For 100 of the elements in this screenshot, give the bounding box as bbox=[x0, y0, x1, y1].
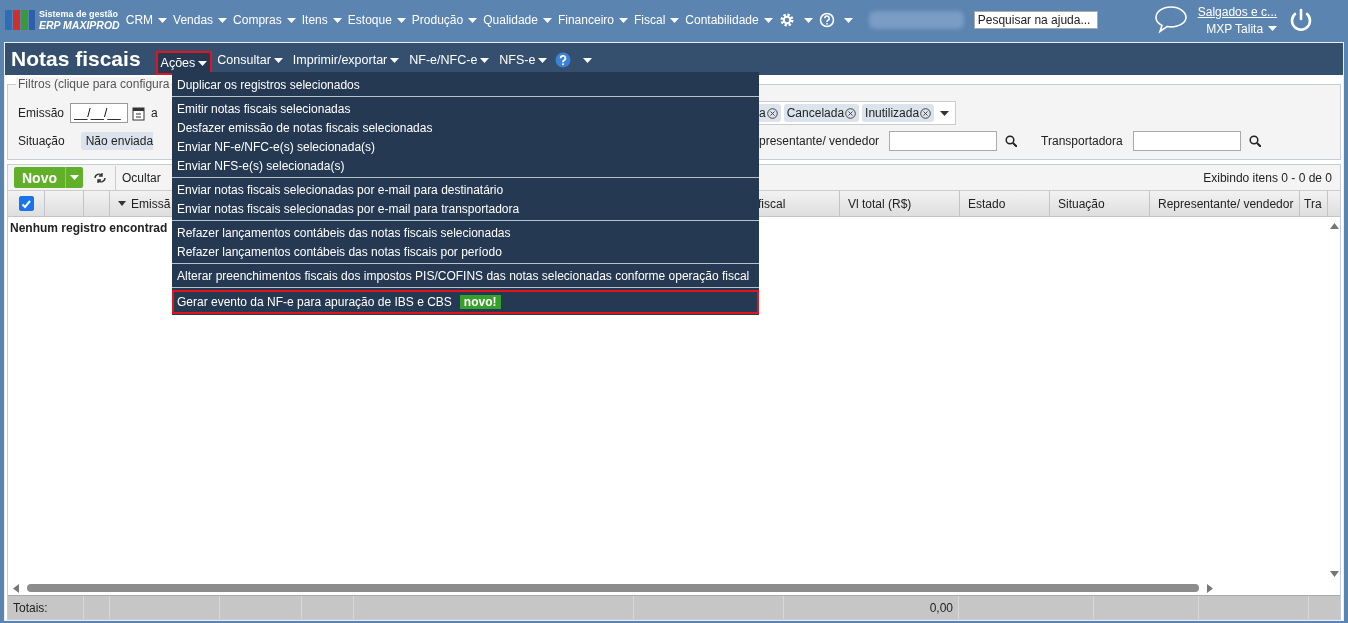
company-link[interactable]: Salgados e c... bbox=[1197, 4, 1278, 19]
menu-item-label: Enviar NF-e/NFC-e(s) selecionada(s) bbox=[177, 139, 376, 154]
column-header[interactable]: Estado bbox=[960, 191, 1050, 216]
nav-menu-item[interactable]: Contabilidade bbox=[685, 13, 773, 27]
menu-button[interactable]: Imprimir/exportar bbox=[287, 49, 405, 71]
pagination-text: Exibindo itens 0 - 0 de 0 bbox=[1203, 170, 1332, 185]
caret-icon bbox=[70, 175, 79, 180]
caret-icon bbox=[158, 17, 168, 23]
caret-icon bbox=[390, 57, 400, 63]
menu-button[interactable]: Consultar bbox=[212, 49, 288, 71]
column-header[interactable]: Tra bbox=[1300, 191, 1328, 216]
help-button[interactable] bbox=[818, 12, 853, 28]
scroll-right-icon[interactable] bbox=[1207, 583, 1213, 593]
remove-icon[interactable] bbox=[766, 107, 778, 119]
calendar-icon[interactable] bbox=[132, 105, 145, 121]
totals-label: Totais: bbox=[13, 600, 48, 615]
nav-menu-item[interactable]: Fiscal bbox=[633, 13, 680, 27]
new-dropdown-button[interactable] bbox=[65, 167, 83, 188]
menu-item[interactable]: Desfazer emissão de notas fiscais selecionadas bbox=[172, 118, 759, 137]
nav-menu-item[interactable]: Produção bbox=[411, 13, 478, 27]
page-title: Notas fiscais bbox=[11, 47, 141, 71]
scroll-up-icon[interactable] bbox=[1329, 223, 1339, 229]
user-menu[interactable]: MXP Talita bbox=[1206, 21, 1278, 36]
menu-item[interactable]: Enviar NFS-e(s) selecionada(s) bbox=[172, 156, 759, 175]
logo-subtitle: Sistema de gestão bbox=[39, 9, 120, 20]
logo-title: ERP MAXIPROD bbox=[39, 20, 120, 31]
help-icon bbox=[818, 12, 835, 28]
menu-item-label: Refazer lançamentos contábeis das notas fiscais por período bbox=[177, 244, 502, 259]
carrier-field[interactable] bbox=[1132, 131, 1241, 151]
search-icon[interactable] bbox=[1005, 135, 1018, 147]
menu-item[interactable]: Duplicar os registros selecionados bbox=[172, 75, 759, 94]
scrollbar-thumb[interactable] bbox=[27, 584, 1199, 592]
nav-menu-item[interactable]: Compras bbox=[233, 13, 296, 27]
power-icon[interactable] bbox=[1289, 8, 1314, 32]
menu-item-label: Enviar notas fiscais selecionadas por e-mail para destinatário bbox=[177, 182, 504, 197]
filter-label: Transportadora bbox=[1041, 134, 1123, 148]
caret-icon bbox=[803, 17, 813, 23]
caret-icon bbox=[218, 17, 228, 23]
menu-button[interactable]: NF-e/NFC-e bbox=[404, 49, 495, 71]
date-field[interactable]: __/__/__ bbox=[70, 103, 128, 123]
nav-menu-item[interactable]: Estoque bbox=[347, 13, 406, 27]
caret-icon bbox=[763, 17, 773, 23]
caret-icon bbox=[286, 17, 296, 23]
scroll-down-icon[interactable] bbox=[1329, 571, 1339, 577]
filter-label: presentante/ vendedor bbox=[759, 134, 880, 148]
logo-icon bbox=[5, 8, 35, 32]
nav-menu-item[interactable]: CRM bbox=[125, 13, 168, 27]
representative-field[interactable] bbox=[889, 131, 998, 151]
caret-icon bbox=[843, 17, 853, 23]
menu-item[interactable]: Enviar NF-e/NFC-e(s) selecionada(s) bbox=[172, 137, 759, 156]
menu-item-label: Enviar NFS-e(s) selecionada(s) bbox=[177, 158, 345, 173]
search-icon[interactable] bbox=[1248, 135, 1261, 147]
filter-label: Situação bbox=[18, 134, 65, 148]
menu-button[interactable]: Ações bbox=[155, 51, 213, 75]
column-header[interactable]: Vl total (R$) bbox=[840, 191, 960, 216]
caret-icon bbox=[670, 17, 680, 23]
menu-item[interactable]: Emitir notas fiscais selecionadas bbox=[172, 99, 759, 118]
refresh-icon[interactable] bbox=[93, 170, 107, 185]
caret-icon bbox=[396, 17, 406, 23]
column-header[interactable]: Representante/ vendedor bbox=[1150, 191, 1300, 216]
settings-button[interactable] bbox=[778, 12, 813, 28]
help-icon[interactable] bbox=[555, 52, 572, 68]
menu-item-label: Desfazer emissão de notas fiscais selecionadas bbox=[177, 120, 433, 135]
filter-label: Emissão bbox=[18, 106, 64, 120]
caret-icon bbox=[542, 17, 552, 23]
menu-item[interactable]: Refazer lançamentos contábeis das notas fiscais por período bbox=[172, 242, 759, 261]
menu-item[interactable]: Gerar evento da NF-e para apuração de IBS e CBS novo! bbox=[172, 290, 759, 314]
nav-menu-item[interactable]: Vendas bbox=[173, 13, 228, 27]
select-all-checkbox[interactable] bbox=[18, 196, 34, 211]
range-separator: a bbox=[151, 106, 158, 120]
nav-menu-item[interactable]: Financeiro bbox=[557, 13, 628, 27]
caret-icon bbox=[538, 57, 548, 63]
caret-icon bbox=[480, 57, 490, 63]
nav-menu-item[interactable]: Itens bbox=[301, 13, 342, 27]
tag-label: a bbox=[759, 106, 766, 120]
remove-icon[interactable] bbox=[920, 107, 932, 119]
remove-icon[interactable] bbox=[845, 107, 857, 119]
hide-button[interactable]: Ocultar bbox=[115, 165, 161, 190]
caret-icon bbox=[198, 60, 208, 66]
chat-bubble-icon[interactable] bbox=[1153, 5, 1188, 35]
column-header[interactable]: Situação bbox=[1050, 191, 1150, 216]
caret-icon bbox=[332, 17, 342, 23]
nav-menu-item[interactable]: Qualidade bbox=[483, 13, 552, 27]
help-search-field[interactable]: Pesquisar na ajuda... bbox=[973, 11, 1098, 29]
tag-select[interactable]: a Cancelada Inutilizada bbox=[759, 101, 957, 125]
menu-item[interactable]: Alterar preenchimentos fiscais dos impostos PIS/COFINS das notas selecionadas conforme operação fiscal bbox=[172, 266, 759, 285]
menu-button[interactable]: NFS-e bbox=[494, 49, 553, 71]
totals-value: 0,00 bbox=[929, 600, 953, 615]
menu-item[interactable]: Refazer lançamentos contábeis das notas fiscais selecionadas bbox=[172, 223, 759, 242]
filter-tag: Não enviada bbox=[80, 132, 154, 150]
menu-item-label: Emitir notas fiscais selecionadas bbox=[177, 101, 351, 116]
caret-icon bbox=[1268, 26, 1278, 31]
caret-icon bbox=[940, 110, 950, 116]
new-badge: novo! bbox=[459, 295, 501, 309]
scroll-left-icon[interactable] bbox=[13, 583, 19, 593]
sort-descending-icon bbox=[118, 201, 126, 206]
settings-icon bbox=[778, 12, 795, 28]
caret-icon bbox=[468, 17, 478, 23]
menu-item-label: Enviar notas fiscais selecionadas por e-mail para transportadora bbox=[177, 201, 520, 216]
caret-icon bbox=[583, 57, 593, 63]
